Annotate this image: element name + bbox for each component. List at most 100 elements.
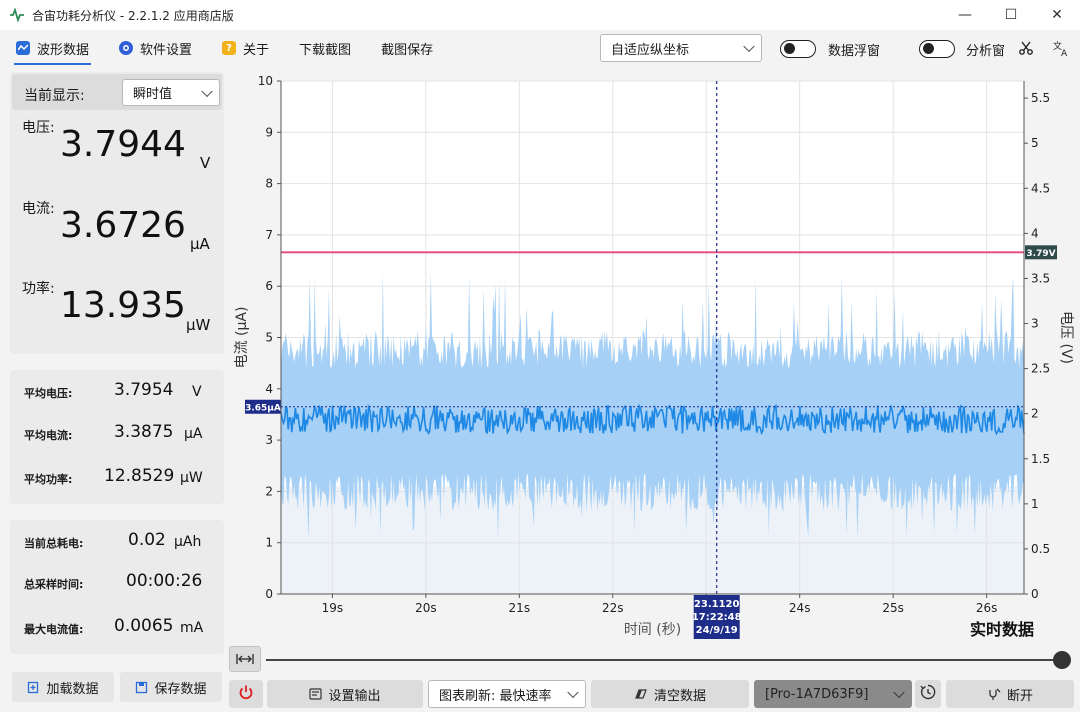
- save-screenshot-button[interactable]: 截图保存: [379, 33, 435, 63]
- device-value: [Pro-1A7D63F9]: [765, 686, 869, 702]
- save-data-button[interactable]: 保存数据: [120, 672, 222, 702]
- timeline-slider-track[interactable]: [266, 659, 1062, 661]
- avg-current-value: 3.3875: [114, 422, 174, 442]
- x-tick-label: 24s: [789, 601, 811, 615]
- avg-power-unit: μW: [180, 470, 203, 486]
- float-window-toggle[interactable]: [780, 40, 816, 58]
- refresh-rate-value: 图表刷新: 最快速率: [439, 688, 552, 704]
- y2-tick-label: 1: [1031, 497, 1039, 511]
- y-tick-label: 2: [265, 484, 273, 498]
- power-icon: [238, 684, 254, 704]
- voltage-label: 电压:: [22, 120, 55, 136]
- analysis-window-label: 分析窗: [966, 44, 1006, 59]
- axis-mode-select[interactable]: 自适应纵坐标: [600, 34, 762, 62]
- current-value: 3.6726: [60, 205, 186, 246]
- load-data-button[interactable]: 加载数据: [12, 672, 114, 702]
- display-mode-value: 瞬时值: [133, 87, 173, 102]
- maximize-button[interactable]: ☐: [988, 0, 1034, 30]
- avg-voltage-unit: V: [192, 384, 202, 400]
- unplug-icon: [987, 687, 1001, 701]
- y-tick-label: 3: [265, 433, 273, 447]
- avg-current-unit: μA: [184, 426, 203, 442]
- load-file-icon: [27, 681, 40, 694]
- chevron-down-icon: [893, 686, 905, 699]
- avg-power-label: 平均功率:: [24, 473, 73, 486]
- reconnect-timer-button[interactable]: [915, 680, 941, 708]
- voltage-unit: V: [200, 154, 211, 172]
- menu-bar: 波形数据 软件设置 ? 关于 下载截图 截图保存: [0, 30, 1080, 66]
- window-title: 合宙功耗分析仪 - 2.2.1.2 应用商店版: [32, 8, 234, 23]
- set-output-button[interactable]: 设置输出: [267, 680, 423, 708]
- avg-voltage-value: 3.7954: [114, 380, 174, 400]
- power-button[interactable]: [229, 680, 263, 708]
- x-tick-label: 19s: [322, 601, 344, 615]
- timer-icon: [919, 683, 937, 705]
- avg-current-label: 平均电流:: [24, 429, 73, 442]
- save-disk-icon: [135, 681, 148, 694]
- close-button[interactable]: ✕: [1034, 0, 1080, 30]
- consumption-unit: μAh: [174, 534, 202, 550]
- translate-icon[interactable]: 文A: [1052, 39, 1070, 59]
- tab-waveform-label: 波形数据: [37, 42, 90, 58]
- max-current-unit: mA: [180, 620, 204, 636]
- x-axis-label: 时间 (秒): [624, 622, 681, 638]
- minimize-button[interactable]: —: [942, 0, 988, 30]
- y-tick-label: 10: [258, 74, 273, 88]
- y-axis-label: 电流 (μA): [234, 307, 250, 369]
- chevron-down-icon: [743, 40, 755, 53]
- y2-tick-label: 5: [1031, 136, 1039, 150]
- output-settings-icon: [309, 688, 323, 700]
- y-tick-label: 7: [265, 228, 273, 242]
- chevron-down-icon: [201, 85, 213, 97]
- max-current-label: 最大电流值:: [24, 623, 84, 636]
- y2-tick-label: 0.5: [1031, 542, 1050, 556]
- realtime-data-label: 实时数据: [970, 620, 1034, 639]
- max-current-value: 0.0065: [114, 616, 174, 636]
- clear-data-label: 清空数据: [653, 688, 706, 704]
- eraser-icon: [634, 688, 648, 700]
- question-icon: ?: [222, 41, 237, 55]
- axis-mode-value: 自适应纵坐标: [611, 42, 690, 58]
- download-screenshot-button[interactable]: 下载截图: [297, 33, 353, 63]
- display-mode-select[interactable]: 瞬时值: [122, 79, 220, 106]
- tab-about[interactable]: ? 关于: [220, 33, 271, 63]
- scissors-icon[interactable]: [1018, 40, 1034, 56]
- y2-tick-label: 4: [1031, 226, 1039, 240]
- analysis-window-toggle[interactable]: [919, 40, 955, 58]
- y2-tick-label: 3.5: [1031, 271, 1050, 285]
- load-data-label: 加载数据: [46, 681, 99, 697]
- y2-tick-label: 0: [1031, 587, 1039, 601]
- refresh-rate-select[interactable]: 图表刷新: 最快速率: [428, 680, 586, 708]
- current-marker-label: 3.65μA: [245, 403, 281, 413]
- waveform-icon: [16, 41, 30, 55]
- device-select[interactable]: [Pro-1A7D63F9]: [754, 680, 912, 708]
- y2-tick-label: 4.5: [1031, 181, 1050, 195]
- fit-range-button[interactable]: [229, 646, 261, 672]
- disconnect-button[interactable]: 断开: [946, 680, 1074, 708]
- svg-text:A: A: [1061, 49, 1068, 57]
- time-cursor-label: 17:22:48: [692, 612, 742, 623]
- x-tick-label: 21s: [509, 601, 531, 615]
- time-cursor-label: 23.1120: [694, 599, 740, 610]
- time-cursor-label: 24/9/19: [696, 625, 738, 636]
- x-tick-label: 26s: [976, 601, 998, 615]
- y2-axis-label: 电压 (V): [1058, 311, 1074, 364]
- waveform-chart[interactable]: 3.65μA 3.79V 0 1 2 3 4 5 6 7 8 9 10 0 0.5 1 1.5 2 2.5 3 3.5 4…: [226, 66, 1080, 642]
- tab-waveform[interactable]: 波形数据: [14, 33, 92, 65]
- fit-width-icon: [236, 650, 254, 669]
- display-mode-label: 当前显示:: [24, 88, 85, 104]
- disconnect-label: 断开: [1006, 688, 1033, 704]
- current-label: 电流:: [22, 201, 55, 217]
- set-output-label: 设置输出: [328, 688, 381, 704]
- current-unit: μA: [190, 235, 210, 253]
- y-tick-label: 8: [265, 177, 273, 191]
- clear-data-button[interactable]: 清空数据: [591, 680, 749, 708]
- power-label: 功率:: [22, 281, 55, 297]
- tab-settings[interactable]: 软件设置: [117, 33, 194, 63]
- timeline-slider-handle[interactable]: [1053, 651, 1071, 669]
- voltage-value: 3.7944: [60, 124, 186, 165]
- power-unit: μW: [186, 316, 211, 334]
- avg-power-value: 12.8529: [104, 466, 175, 486]
- y2-tick-label: 2.5: [1031, 362, 1050, 376]
- y2-tick-label: 5.5: [1031, 91, 1050, 105]
